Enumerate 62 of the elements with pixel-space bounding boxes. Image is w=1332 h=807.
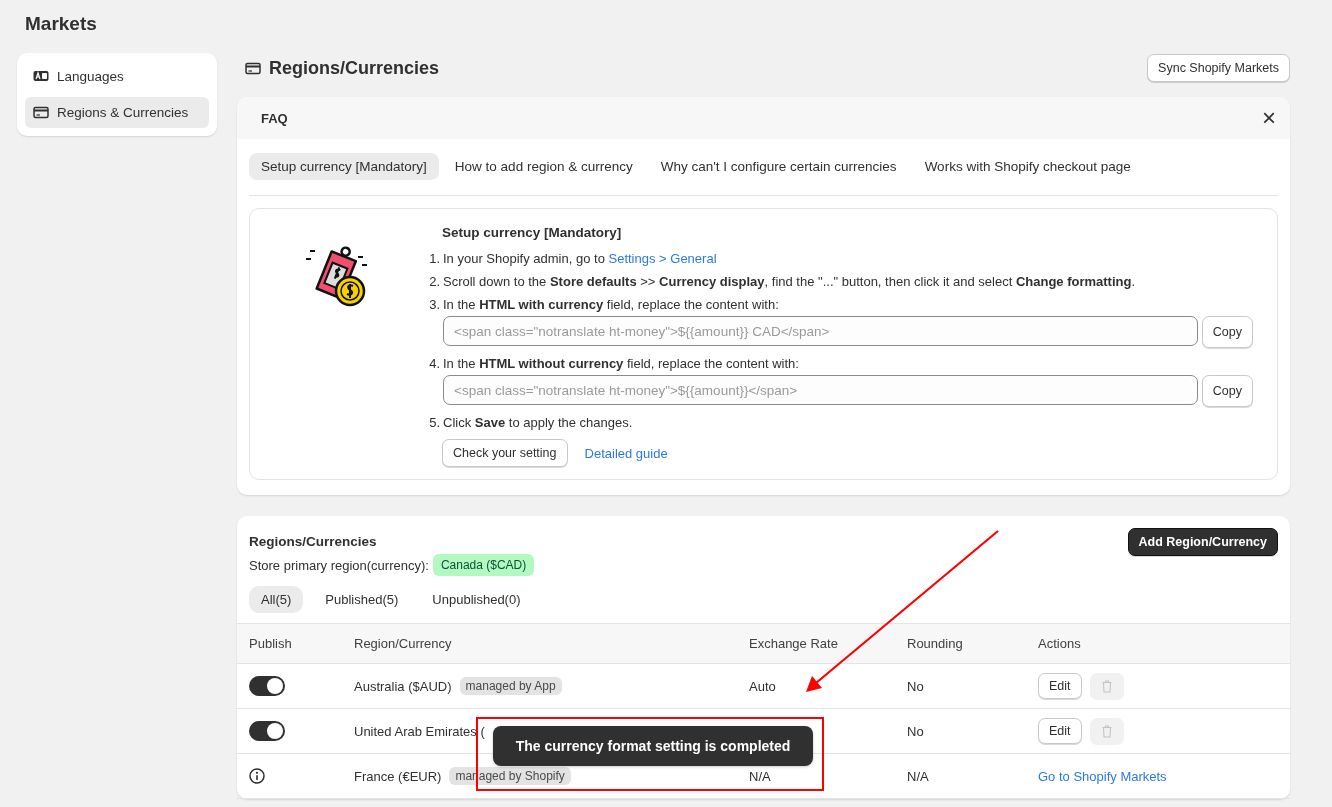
sidebar-item[interactable]: Regions & Currencies (25, 97, 209, 128)
filter-tab[interactable]: All(5) (249, 586, 304, 613)
edit-button[interactable]: Edit (1038, 718, 1082, 744)
page-title: Markets (25, 12, 98, 36)
card-icon (245, 61, 261, 75)
column-header: Actions (1037, 636, 1082, 651)
step-text: Scroll down to the Store defaults >> Currency display, find the "..." button, then click it and select Change formatting. (443, 273, 1137, 291)
faq-tab[interactable]: Why can't I configure certain currencies (648, 153, 909, 180)
sync-button[interactable]: Sync Shopify Markets (1147, 54, 1290, 82)
publish-toggle[interactable] (249, 676, 285, 696)
faq-tab[interactable]: How to add region & currency (442, 153, 645, 180)
step-number: 2. (428, 273, 440, 291)
column-header: Region/Currency (353, 636, 453, 651)
instructions-heading: Setup currency [Mandatory] (442, 225, 623, 240)
filter-tab[interactable]: Unpublished(0) (420, 586, 533, 613)
code-field[interactable]: <span class="notranslate ht-money">${{amount}}</span> (443, 375, 1198, 405)
step-text: In the HTML without currency field, replace the content with: (443, 355, 800, 373)
step-number: 5. (428, 414, 440, 432)
table-cell: Auto (749, 678, 776, 694)
table-cell: No (907, 678, 924, 694)
region-name: United Arab Emirates ( (354, 723, 485, 739)
column-header: Exchange Rate (748, 636, 839, 651)
table-cell: N/A (749, 768, 771, 784)
step-text: In your Shopify admin, go to Settings > General (443, 250, 718, 268)
faq-tab[interactable]: Setup currency [Mandatory] (249, 153, 439, 180)
regions-title: Regions/Currencies (249, 534, 378, 549)
region-name: Australia ($AUD) (354, 678, 452, 694)
step-number: 4. (428, 355, 440, 373)
toast-message: The currency format setting is completed (493, 726, 813, 766)
filter-tab[interactable]: Published(5) (313, 586, 411, 613)
primary-region-badge: Canada ($CAD) (432, 554, 535, 576)
step-text: In the HTML with currency field, replace the content with: (443, 296, 780, 314)
copy-button[interactable]: Copy (1201, 316, 1253, 348)
managed-badge: managed by App (459, 677, 562, 695)
guide-link[interactable]: Detailed guide (584, 445, 668, 461)
sidebar-item[interactable]: Languages (25, 61, 209, 92)
card-icon (33, 106, 49, 119)
language-icon (33, 70, 49, 83)
add-region-button[interactable]: Add Region/Currency (1127, 528, 1278, 556)
copy-button[interactable]: Copy (1201, 375, 1253, 407)
info-icon (249, 768, 265, 784)
code-field[interactable]: <span class="notranslate ht-money">${{amount}} CAD</span> (443, 316, 1198, 346)
step-number: 3. (428, 296, 440, 314)
settings-link[interactable]: Settings > General (608, 251, 717, 266)
step-number: 1. (428, 250, 440, 268)
column-header: Rounding (906, 636, 964, 651)
faq-tab[interactable]: Works with Shopify checkout page (912, 153, 1143, 180)
section-title: Regions/Currencies (269, 57, 440, 79)
markets-link[interactable]: Go to Shopify Markets (1038, 768, 1167, 784)
trash-icon (1101, 679, 1112, 693)
region-name: France (€EUR) (354, 768, 442, 784)
column-header: Publish (248, 636, 293, 651)
primary-label: Store primary region(currency): (249, 557, 429, 573)
step-text: Click Save to apply the changes. (443, 414, 634, 432)
faq-title: FAQ (261, 110, 288, 126)
table-cell: No (907, 723, 924, 739)
close-button[interactable]: × (1262, 108, 1276, 128)
check-setting-button[interactable]: Check your setting (442, 439, 568, 467)
trash-icon (1101, 724, 1112, 738)
edit-button[interactable]: Edit (1038, 673, 1082, 699)
table-cell: N/A (907, 768, 929, 784)
publish-toggle[interactable] (249, 721, 285, 741)
